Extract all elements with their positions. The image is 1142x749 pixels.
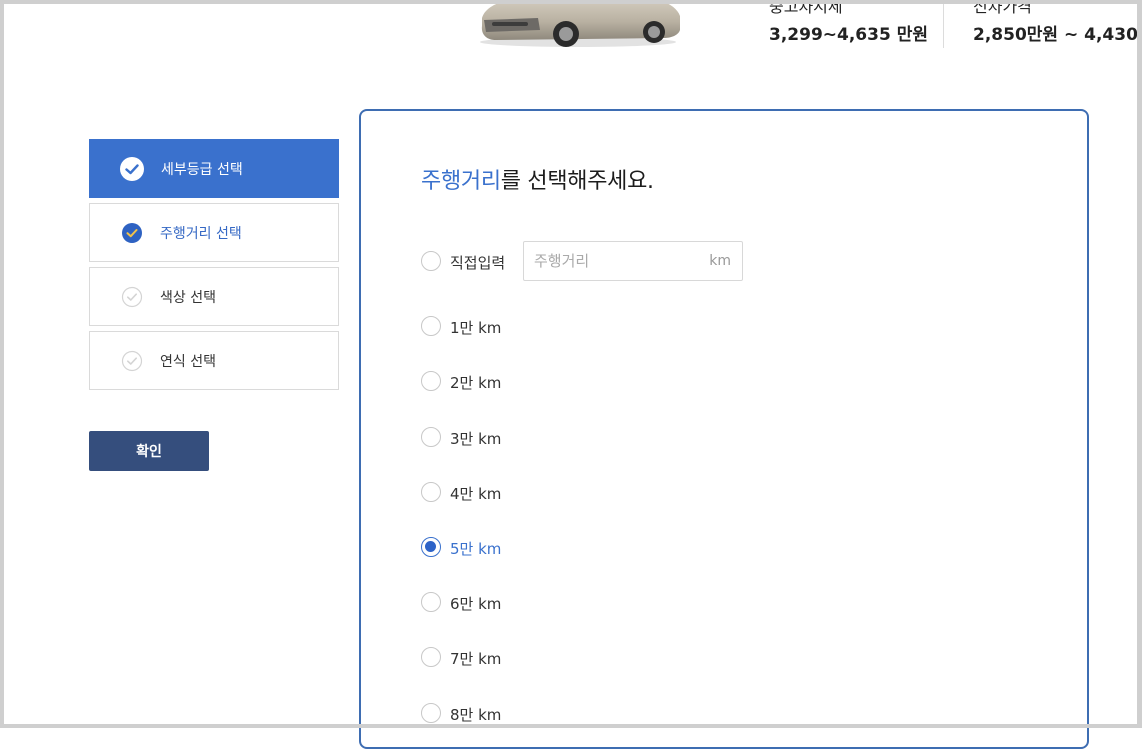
check-circle-icon: [121, 350, 143, 371]
step-trim[interactable]: 세부등급 선택: [89, 139, 339, 198]
option-radio[interactable]: [421, 371, 441, 391]
km-unit-label: km: [709, 253, 731, 269]
confirm-button[interactable]: 확인: [89, 431, 209, 471]
step-year[interactable]: 연식 선택: [89, 331, 339, 390]
new-price-value: 2,850만원 ~ 4,430만: [973, 25, 1142, 45]
option-label[interactable]: 8만 km: [450, 704, 501, 725]
step-year-label: 연식 선택: [160, 353, 216, 370]
step-color[interactable]: 색상 선택: [89, 267, 339, 326]
title-highlight: 주행거리: [421, 169, 501, 194]
new-price-label: 신차가격: [973, 0, 1032, 16]
option-radio[interactable]: [421, 647, 441, 667]
car-image: [480, 0, 680, 47]
option-radio[interactable]: [421, 703, 441, 723]
step-mileage-label: 주행거리 선택: [160, 225, 242, 242]
used-price-block: 중고차시세 3,299~4,635 만원: [769, 0, 928, 45]
new-price-block: 신차가격 2,850만원 ~ 4,430만: [973, 0, 1142, 45]
option-label-selected[interactable]: 5만 km: [450, 538, 501, 559]
check-circle-icon: [120, 156, 144, 181]
option-radio[interactable]: [421, 482, 441, 502]
option-radio[interactable]: [421, 592, 441, 612]
check-circle-icon: [122, 222, 142, 243]
mileage-input[interactable]: [524, 242, 704, 280]
used-price-value: 3,299~4,635 만원: [769, 25, 928, 45]
direct-input-radio[interactable]: [421, 251, 441, 271]
option-label[interactable]: 2만 km: [450, 372, 501, 393]
option-label[interactable]: 3만 km: [450, 428, 501, 449]
check-circle-icon: [121, 286, 143, 307]
direct-input-label[interactable]: 직접입력: [450, 252, 505, 273]
step-trim-label: 세부등급 선택: [161, 161, 243, 178]
mileage-input-box: km: [523, 241, 743, 281]
used-price-label: 중고차시세: [769, 0, 843, 16]
option-radio[interactable]: [421, 427, 441, 447]
option-label[interactable]: 6만 km: [450, 593, 501, 614]
option-label[interactable]: 1만 km: [450, 317, 501, 338]
step-mileage[interactable]: 주행거리 선택: [89, 203, 339, 262]
option-radio[interactable]: [421, 316, 441, 336]
option-radio-selected[interactable]: [421, 537, 441, 557]
title-rest: 를 선택해주세요.: [500, 169, 654, 194]
option-label[interactable]: 4만 km: [450, 483, 501, 504]
option-label[interactable]: 7만 km: [450, 648, 501, 669]
price-divider: [943, 4, 944, 48]
step-color-label: 색상 선택: [160, 289, 216, 306]
page-title: 주행거리를 선택해주세요.: [421, 163, 654, 195]
